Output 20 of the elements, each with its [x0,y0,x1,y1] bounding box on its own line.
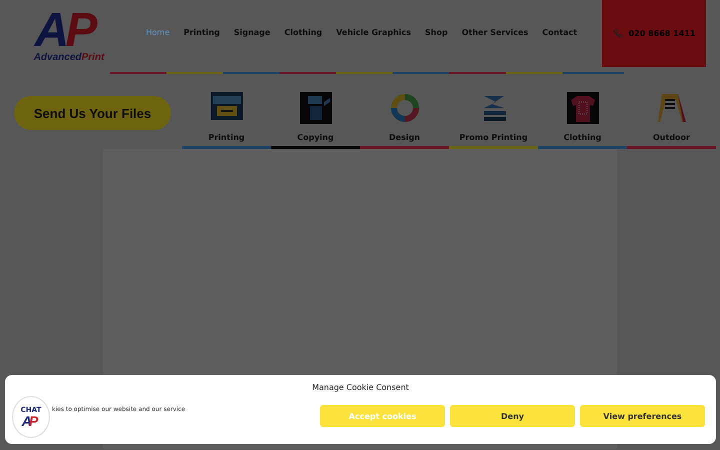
nav-link[interactable]: Printing [184,28,220,72]
service-icon [388,92,420,124]
logo[interactable]: AP AdvancedPrint [28,6,110,63]
nav-link[interactable]: Other Services [462,28,528,72]
nav-link[interactable]: Contact [542,28,578,72]
nav-link[interactable]: Vehicle Graphics [336,28,412,72]
consent-button[interactable]: Deny [450,405,575,427]
service-icon [300,92,332,124]
nav-link[interactable]: Home [146,28,170,72]
phone-number[interactable]: 020 8668 1411 [628,29,696,38]
banner-title: Manage Cookie Consent [311,383,410,392]
nav-link[interactable]: Clothing [284,28,322,72]
phone-icon [612,28,623,38]
service-icon [656,92,688,124]
nav-link[interactable]: Signage [234,28,270,72]
service-icon [566,92,598,124]
send-files-button[interactable]: Send Us Your Files [14,96,171,130]
nav-link[interactable]: Shop [425,28,448,72]
service-tab[interactable]: Outdoor [627,92,716,149]
consent-button[interactable]: View preferences [580,405,705,427]
